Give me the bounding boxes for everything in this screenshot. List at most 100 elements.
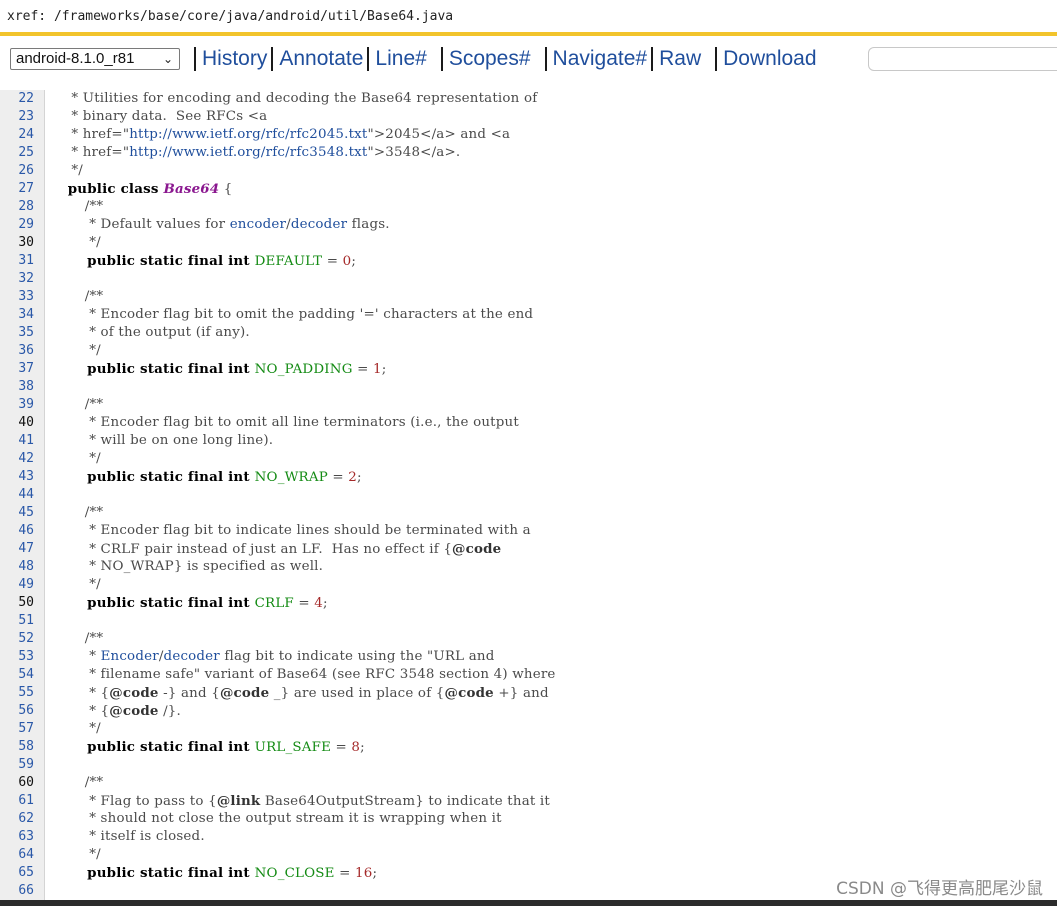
line-number-link[interactable]: 51 (0, 612, 34, 630)
line-number-link[interactable]: 41 (0, 432, 34, 450)
line-number-link[interactable]: 37 (0, 360, 34, 378)
nav-link-download[interactable]: Download (723, 47, 816, 71)
code-symbol-link[interactable]: decoder (291, 217, 347, 232)
line-number-link[interactable]: 43 (0, 468, 34, 486)
code-symbol-link[interactable]: encoder (230, 217, 286, 232)
line-number-link[interactable]: 56 (0, 702, 34, 720)
bottom-scrollbar[interactable] (0, 900, 1057, 906)
line-number-link[interactable]: 35 (0, 324, 34, 342)
line-number-link[interactable]: 62 (0, 810, 34, 828)
code-line: 62 * should not close the output stream … (0, 810, 1057, 828)
code-token: public static final int (58, 595, 255, 611)
nav-link-raw[interactable]: Raw (659, 47, 701, 71)
code-line: 58 public static final int URL_SAFE = 8; (0, 738, 1057, 756)
line-number-link[interactable]: 55 (0, 684, 34, 702)
code-symbol-link[interactable]: DEFAULT (255, 254, 323, 269)
line-number-link[interactable]: 29 (0, 216, 34, 234)
line-number-link[interactable]: 49 (0, 576, 34, 594)
line-number-link[interactable]: 39 (0, 396, 34, 414)
code-line: 23 * binary data. See RFCs <a (0, 108, 1057, 126)
version-select[interactable]: android-8.1.0_r81 ⌄ (10, 48, 180, 70)
line-number-link[interactable]: 50 (0, 594, 34, 612)
code-symbol-link[interactable]: http://www.ietf.org/rfc/rfc2045.txt (129, 127, 367, 142)
chevron-down-icon: ⌄ (162, 52, 173, 66)
code-text: * will be on one long line). (58, 432, 273, 450)
line-number-link[interactable]: 53 (0, 648, 34, 666)
code-symbol-link[interactable]: http://www.ietf.org/rfc/rfc3548.txt (129, 145, 367, 160)
line-number-link[interactable]: 36 (0, 342, 34, 360)
line-number-link[interactable]: 66 (0, 882, 34, 900)
code-token: * CRLF pair instead of just an LF. Has n… (58, 542, 453, 557)
code-symbol-link[interactable]: Base64 (163, 181, 219, 197)
nav-link-scopes[interactable]: Scopes# (449, 47, 531, 71)
code-line: 59 (0, 756, 1057, 774)
line-number-link[interactable]: 65 (0, 864, 34, 882)
code-token: +} and (493, 686, 549, 701)
line-number-link[interactable]: 54 (0, 666, 34, 684)
code-token: * href=" (58, 127, 130, 142)
code-text: * of the output (if any). (58, 324, 250, 342)
code-token: @code (109, 703, 159, 719)
code-token: */ (58, 721, 101, 736)
line-number-link[interactable]: 30 (0, 234, 34, 252)
line-number-link[interactable]: 25 (0, 144, 34, 162)
code-symbol-link[interactable]: decoder (164, 649, 220, 664)
code-text: */ (58, 162, 83, 180)
search-input[interactable] (868, 47, 1057, 71)
code-text: /** (58, 198, 103, 216)
code-token: ">3548</a>. (367, 145, 461, 160)
code-token: * should not close the output stream it … (58, 811, 502, 826)
code-symbol-link[interactable]: URL_SAFE (255, 740, 331, 755)
line-number-link[interactable]: 23 (0, 108, 34, 126)
line-number-link[interactable]: 52 (0, 630, 34, 648)
code-text: public static final int NO_PADDING = 1; (58, 360, 386, 379)
nav-link-annotate[interactable]: Annotate (279, 47, 363, 71)
line-number-link[interactable]: 44 (0, 486, 34, 504)
nav-link-line[interactable]: Line# (375, 47, 426, 71)
line-number-link[interactable]: 47 (0, 540, 34, 558)
line-number-link[interactable]: 40 (0, 414, 34, 432)
line-number-link[interactable]: 45 (0, 504, 34, 522)
line-number-link[interactable]: 42 (0, 450, 34, 468)
code-text: */ (58, 846, 101, 864)
line-number-link[interactable]: 28 (0, 198, 34, 216)
code-token: @code (219, 685, 270, 701)
line-number-link[interactable]: 63 (0, 828, 34, 846)
code-token: * NO_WRAP} is specified as well. (58, 559, 324, 574)
code-symbol-link[interactable]: NO_PADDING (255, 362, 353, 377)
line-number-link[interactable]: 26 (0, 162, 34, 180)
code-token: @code (444, 685, 494, 701)
code-text: /** (58, 396, 103, 414)
line-number-link[interactable]: 46 (0, 522, 34, 540)
line-number-link[interactable]: 31 (0, 252, 34, 270)
line-number-link[interactable]: 33 (0, 288, 34, 306)
code-symbol-link[interactable]: CRLF (255, 596, 294, 611)
code-line: 44 (0, 486, 1057, 504)
line-number-link[interactable]: 58 (0, 738, 34, 756)
line-number-link[interactable]: 48 (0, 558, 34, 576)
line-number-link[interactable]: 24 (0, 126, 34, 144)
line-number-link[interactable]: 22 (0, 90, 34, 108)
code-symbol-link[interactable]: NO_WRAP (255, 470, 328, 485)
line-number-link[interactable]: 32 (0, 270, 34, 288)
nav-link-navigate[interactable]: Navigate# (553, 47, 648, 71)
code-line: 50 public static final int CRLF = 4; (0, 594, 1057, 612)
line-number-link[interactable]: 27 (0, 180, 34, 198)
nav-separator (271, 47, 274, 71)
code-token: = (327, 470, 349, 485)
code-symbol-link[interactable]: Encoder (101, 649, 159, 664)
line-number-link[interactable]: 34 (0, 306, 34, 324)
line-number-link[interactable]: 59 (0, 756, 34, 774)
code-text: * Encoder flag bit to indicate lines sho… (58, 522, 531, 540)
nav-link-history[interactable]: History (202, 47, 267, 71)
code-text: public static final int NO_WRAP = 2; (58, 468, 362, 487)
line-number-link[interactable]: 57 (0, 720, 34, 738)
line-number-link[interactable]: 61 (0, 792, 34, 810)
line-number-link[interactable]: 60 (0, 774, 34, 792)
code-symbol-link[interactable]: NO_CLOSE (255, 866, 335, 881)
line-number-link[interactable]: 64 (0, 846, 34, 864)
line-number-link[interactable]: 38 (0, 378, 34, 396)
code-token: -} and { (158, 686, 220, 701)
code-line: 24 * href="http://www.ietf.org/rfc/rfc20… (0, 126, 1057, 144)
code-token: ; (372, 866, 378, 881)
